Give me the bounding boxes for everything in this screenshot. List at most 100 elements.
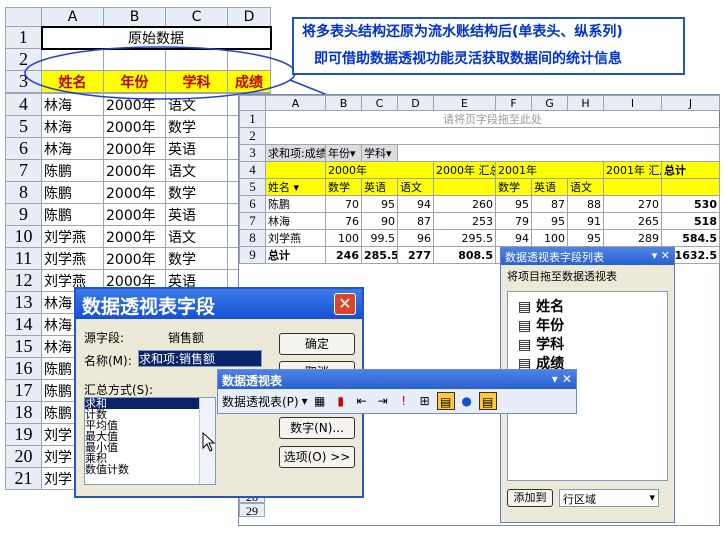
row-header[interactable]: 2 bbox=[239, 127, 266, 145]
cell[interactable]: 2000年 bbox=[103, 203, 166, 226]
close-icon[interactable]: ✕ bbox=[334, 293, 356, 315]
dialog-titlebar[interactable]: 数据透视表字段 ✕ bbox=[76, 289, 362, 319]
area-select[interactable]: 行区域 ▾ bbox=[559, 489, 659, 507]
summary-listbox[interactable]: 求和 计数 平均值 最大值 最小值 乘积 数值计数 bbox=[84, 397, 216, 485]
row-header[interactable]: 13 bbox=[5, 291, 42, 314]
close-icon[interactable]: ▾ ✕ bbox=[552, 372, 572, 386]
value-cell[interactable]: 95 bbox=[567, 229, 604, 247]
cell[interactable]: 2000年 bbox=[103, 159, 166, 182]
hide-field-list-icon[interactable]: ▤ bbox=[478, 392, 497, 410]
cell[interactable]: 林海 bbox=[41, 137, 104, 160]
value-cell[interactable]: 100 bbox=[531, 229, 568, 247]
year-2000-total-label[interactable]: 2000年 汇总 bbox=[433, 161, 496, 179]
row-header[interactable]: 9 bbox=[5, 203, 42, 226]
row-header[interactable]: 12 bbox=[5, 269, 42, 292]
cell[interactable]: 2000年 bbox=[103, 115, 166, 138]
row-header[interactable]: 7 bbox=[239, 212, 266, 230]
subject-header[interactable]: 语文 bbox=[567, 178, 604, 196]
row-header[interactable]: 5 bbox=[239, 178, 266, 196]
include-hidden-icon[interactable]: ⊞ bbox=[416, 392, 434, 410]
row-header[interactable]: 3 bbox=[5, 70, 42, 93]
value-cell[interactable]: 96 bbox=[397, 229, 434, 247]
add-to-button[interactable]: 添加到 bbox=[507, 489, 553, 507]
col-header-h[interactable]: H bbox=[567, 95, 604, 111]
row-header[interactable]: 7 bbox=[5, 159, 42, 182]
value-cell[interactable]: 253 bbox=[433, 212, 496, 230]
value-cell[interactable]: 90 bbox=[361, 212, 398, 230]
chart-wizard-icon[interactable]: ▮ bbox=[332, 392, 350, 410]
name-input[interactable] bbox=[138, 350, 262, 367]
row-header[interactable]: 17 bbox=[5, 379, 42, 402]
value-cell[interactable]: 285.5 bbox=[361, 246, 398, 264]
cell[interactable] bbox=[41, 48, 104, 71]
row-header[interactable]: 5 bbox=[5, 115, 42, 138]
field-item[interactable]: ▤ 姓名 bbox=[518, 298, 657, 317]
data-field-label[interactable]: 求和项:成绩 bbox=[265, 144, 326, 162]
hide-detail-icon[interactable]: ⇤ bbox=[353, 392, 371, 410]
show-detail-icon[interactable]: ⇥ bbox=[374, 392, 392, 410]
value-cell[interactable]: 79 bbox=[495, 212, 532, 230]
value-cell[interactable]: 87 bbox=[397, 212, 434, 230]
cell[interactable]: 2000年 bbox=[103, 225, 166, 248]
row-label-cell[interactable]: 林海 bbox=[265, 212, 326, 230]
cell[interactable]: 英语 bbox=[165, 203, 228, 226]
cell[interactable]: 林海 bbox=[41, 115, 104, 138]
cell[interactable]: 陈鹏 bbox=[41, 181, 104, 204]
row-header[interactable]: 1 bbox=[5, 26, 42, 49]
value-cell[interactable]: 584.5 bbox=[661, 229, 720, 247]
col-header-g[interactable]: G bbox=[531, 95, 568, 111]
cell[interactable]: 语文 bbox=[165, 225, 228, 248]
row-header[interactable]: 16 bbox=[5, 357, 42, 380]
col-header-i[interactable]: I bbox=[603, 95, 662, 111]
value-cell[interactable]: 100 bbox=[325, 229, 362, 247]
field-item[interactable]: ▤ 学科 bbox=[518, 336, 657, 355]
row-header[interactable]: 20 bbox=[5, 445, 42, 468]
value-cell[interactable]: 91 bbox=[567, 212, 604, 230]
row-header[interactable]: 10 bbox=[5, 225, 42, 248]
row-header[interactable]: 4 bbox=[5, 93, 42, 116]
row-header[interactable]: 6 bbox=[239, 195, 266, 213]
col-header-c[interactable]: C bbox=[165, 7, 228, 27]
col-header-d[interactable]: D bbox=[227, 7, 271, 27]
value-cell[interactable]: 530 bbox=[661, 195, 720, 213]
row-header[interactable]: 15 bbox=[5, 335, 42, 358]
cell[interactable]: 陈鹏 bbox=[41, 203, 104, 226]
cell[interactable]: 刘学燕 bbox=[41, 247, 104, 270]
subject-header[interactable]: 英语 bbox=[361, 178, 398, 196]
row-header[interactable]: 29 bbox=[239, 503, 265, 518]
name-field-button[interactable]: 姓名 ▾ bbox=[265, 178, 326, 196]
cell[interactable]: 陈鹏 bbox=[41, 159, 104, 182]
col-header-j[interactable]: J bbox=[661, 95, 720, 111]
title-cell[interactable]: 原始数据 bbox=[40, 25, 272, 50]
number-format-button[interactable]: 数字(N)... bbox=[279, 417, 355, 439]
value-cell[interactable]: 99.5 bbox=[361, 229, 398, 247]
value-cell[interactable]: 270 bbox=[603, 195, 662, 213]
grand-total-label[interactable]: 总计 bbox=[661, 161, 720, 179]
subject-header[interactable]: 英语 bbox=[531, 178, 568, 196]
row-header[interactable]: 2 bbox=[5, 48, 42, 71]
value-cell[interactable]: 95 bbox=[531, 212, 568, 230]
col-header-f[interactable]: F bbox=[495, 95, 532, 111]
value-cell[interactable]: 70 bbox=[325, 195, 362, 213]
cell[interactable] bbox=[227, 48, 271, 71]
cell[interactable]: 英语 bbox=[165, 137, 228, 160]
value-cell[interactable]: 808.5 bbox=[433, 246, 496, 264]
col-header-b[interactable]: B bbox=[103, 7, 166, 27]
row-header[interactable]: 18 bbox=[5, 401, 42, 424]
corner-cell[interactable] bbox=[239, 95, 266, 111]
row-label-cell[interactable]: 刘学燕 bbox=[265, 229, 326, 247]
value-cell[interactable]: 88 bbox=[567, 195, 604, 213]
cell[interactable] bbox=[661, 178, 720, 196]
page-field-drop-zone[interactable]: 请将页字段拖至此处 bbox=[265, 110, 720, 128]
cell[interactable]: 语文 bbox=[165, 159, 228, 182]
cell[interactable] bbox=[165, 48, 228, 71]
value-cell[interactable]: 265 bbox=[603, 212, 662, 230]
value-cell[interactable]: 95 bbox=[361, 195, 398, 213]
row-header[interactable]: 19 bbox=[5, 423, 42, 446]
field-list-titlebar[interactable]: 数据透视表字段列表 ▾ ✕ bbox=[501, 248, 674, 265]
col-header-c[interactable]: C bbox=[361, 95, 398, 111]
value-cell[interactable]: 246 bbox=[325, 246, 362, 264]
header-name[interactable]: 姓名 bbox=[41, 70, 104, 93]
col-header-a[interactable]: A bbox=[265, 95, 326, 111]
cell[interactable]: 语文 bbox=[165, 93, 228, 116]
